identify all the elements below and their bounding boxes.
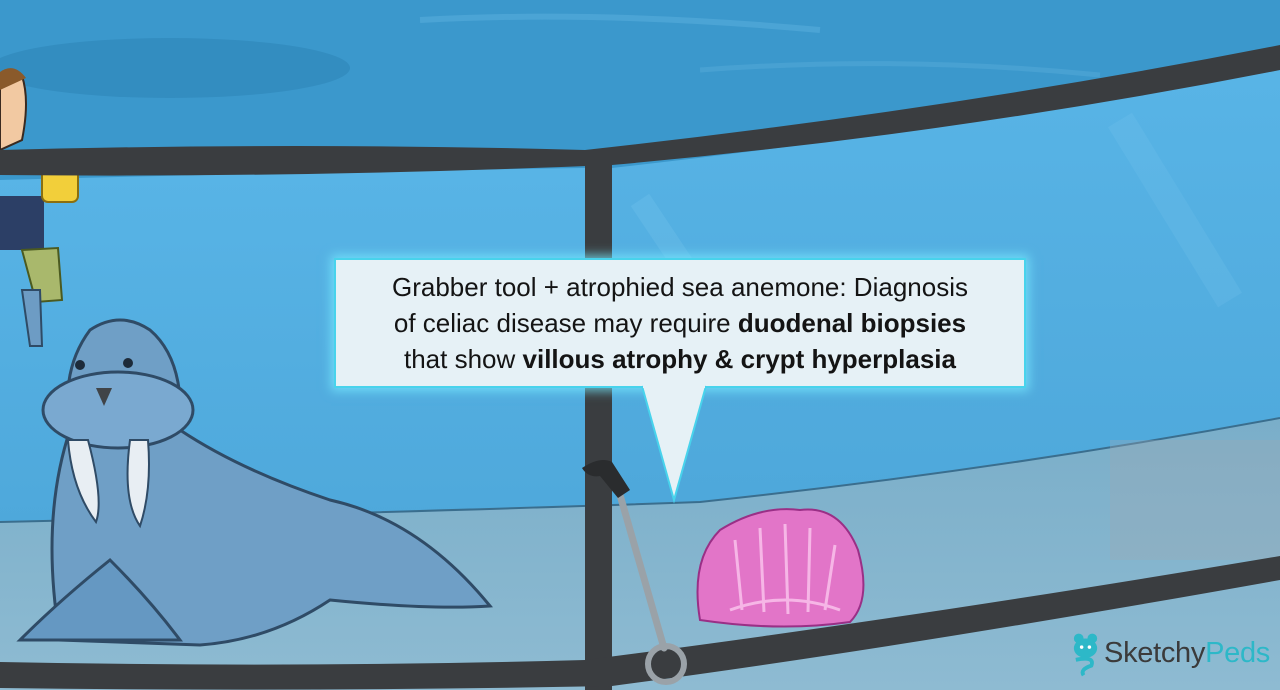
caption-text-segment: Grabber tool + atrophied sea anemone: Di… — [392, 272, 968, 302]
caption-bold-text: villous atrophy & crypt hyperplasia — [522, 344, 956, 374]
sketchypeds-logo: SketchyPeds — [1070, 628, 1270, 678]
sketchy-bear-logo-icon — [1073, 633, 1098, 677]
caption-callout: Grabber tool + atrophied sea anemone: Di… — [334, 258, 1026, 388]
pool-shadow — [0, 38, 350, 98]
railing-post — [585, 160, 612, 690]
logo-word-peds: Peds — [1205, 636, 1270, 669]
caption-line: of celiac disease may require duodenal b… — [392, 305, 968, 341]
logo-wordmark: SketchyPeds — [1104, 637, 1270, 670]
caption-line: Grabber tool + atrophied sea anemone: Di… — [392, 269, 968, 305]
caption-text: Grabber tool + atrophied sea anemone: Di… — [380, 269, 980, 377]
caption-bold-text: duodenal biopsies — [737, 308, 967, 338]
logo-word-sketchy: Sketchy — [1104, 636, 1206, 669]
caption-text-segment: that show — [404, 344, 523, 374]
caption-line: that show villous atrophy & crypt hyperp… — [392, 341, 968, 377]
caption-text-segment: of celiac disease may require — [393, 308, 738, 338]
